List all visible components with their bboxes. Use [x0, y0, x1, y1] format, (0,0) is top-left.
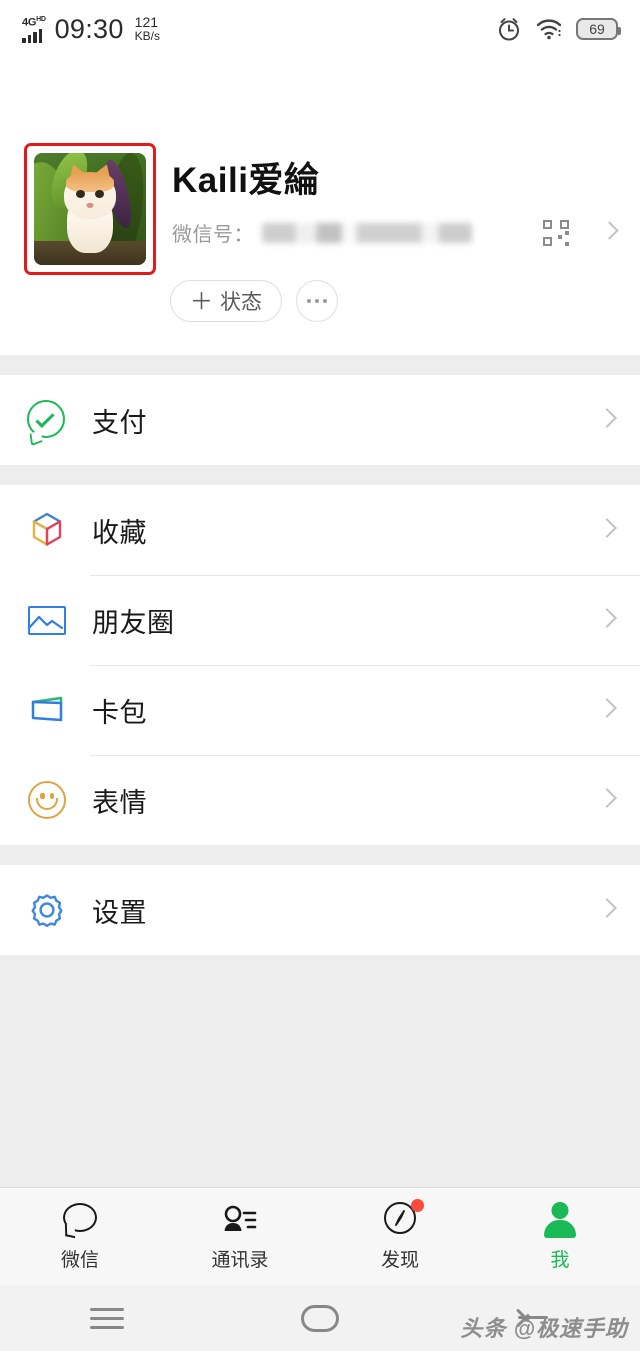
person-icon: [540, 1201, 580, 1239]
menu-item-cards[interactable]: 卡包: [0, 665, 640, 755]
status-button-label: 状态: [220, 291, 262, 314]
chevron-right-icon: [597, 607, 617, 630]
tab-label: 发现: [380, 1250, 419, 1271]
tab-wechat[interactable]: 微信: [0, 1188, 160, 1285]
battery-indicator: 69: [576, 18, 621, 40]
menu-item-label: 表情: [92, 787, 147, 818]
menu-item-label: 卡包: [92, 697, 147, 728]
data-rate: 121 KB/s: [135, 15, 160, 42]
more-options-button[interactable]: [296, 280, 338, 322]
nav-home-button[interactable]: [213, 1304, 426, 1332]
tab-label: 我: [550, 1250, 570, 1271]
favorites-cube-icon: [24, 507, 70, 553]
wechat-id-row[interactable]: 微信号：: [172, 218, 619, 247]
data-rate-unit: KB/s: [134, 29, 161, 44]
chat-bubble-icon: [60, 1201, 100, 1239]
compass-icon: [380, 1199, 424, 1239]
data-rate-value: 121: [134, 14, 159, 31]
chevron-right-icon: [600, 220, 619, 242]
alarm-clock-icon: [499, 18, 519, 41]
wifi-icon: [536, 19, 562, 40]
status-time: 09:30: [54, 13, 124, 44]
status-bar-left: 4GHD 09:30 121 KB/s: [22, 15, 160, 43]
profile-action-buttons: ＋ 状态: [170, 280, 338, 322]
menu-group-settings: 设置: [0, 865, 640, 955]
wechat-id-label: 微信号：: [172, 224, 254, 246]
menu-group-pay: 支付: [0, 375, 640, 465]
menu-item-settings[interactable]: 设置: [0, 865, 640, 955]
section-gap: [0, 465, 640, 485]
menu-item-label: 支付: [92, 407, 147, 438]
settings-gear-icon: [24, 887, 70, 933]
menu-item-pay[interactable]: 支付: [0, 375, 640, 465]
menu-lines-icon: [89, 1307, 124, 1329]
status-button[interactable]: ＋ 状态: [170, 280, 282, 322]
tab-label: 微信: [60, 1250, 99, 1271]
menu-item-stickers[interactable]: 表情: [0, 755, 640, 845]
home-pill-icon: [300, 1304, 339, 1332]
signal-bars-icon: [22, 28, 42, 43]
status-bar-right: 69: [496, 16, 621, 42]
wechat-pay-icon: [24, 397, 70, 447]
menu-item-moments[interactable]: 朋友圈: [0, 575, 640, 665]
status-bar: 4GHD 09:30 121 KB/s 69: [0, 0, 640, 58]
contacts-icon: [220, 1201, 260, 1239]
chevron-right-icon: [597, 697, 617, 720]
battery-percent: 69: [589, 21, 605, 37]
avatar[interactable]: [34, 153, 146, 265]
chevron-right-icon: [597, 517, 617, 540]
menu-item-label: 朋友圈: [92, 607, 175, 638]
tab-contacts[interactable]: 通讯录: [160, 1188, 320, 1285]
tab-me[interactable]: 我: [480, 1188, 640, 1285]
network-type-label: 4GHD: [22, 16, 46, 29]
watermark: 头条 @极速手助: [460, 1316, 628, 1341]
tab-discover[interactable]: 发现: [320, 1188, 480, 1285]
section-gap: [0, 355, 640, 375]
moments-photo-icon: [24, 597, 70, 643]
profile-header[interactable]: Kaili爱綸 微信号： ＋ 状态: [0, 58, 640, 355]
compass-needle-icon: [395, 1210, 405, 1226]
signal-indicator: 4GHD: [22, 15, 46, 43]
nav-recents-button[interactable]: [0, 1307, 213, 1329]
menu-item-label: 收藏: [92, 517, 147, 548]
menu-item-label: 设置: [92, 897, 147, 928]
menu-item-favorites[interactable]: 收藏: [0, 485, 640, 575]
avatar-highlight-box: [24, 143, 156, 275]
menu-group-content: 收藏 朋友圈 卡包 表情: [0, 485, 640, 845]
bottom-tab-bar: 微信 通讯录 发现 我: [0, 1187, 640, 1285]
plus-icon: ＋: [190, 287, 213, 314]
chevron-right-icon: [597, 407, 617, 430]
section-gap: [0, 845, 640, 865]
qr-code-icon[interactable]: [543, 219, 569, 246]
chevron-right-icon: [597, 897, 617, 920]
chevron-right-icon: [597, 787, 617, 810]
cards-wallet-icon: [24, 687, 70, 733]
discover-badge-dot: [411, 1199, 424, 1212]
tab-label: 通讯录: [211, 1250, 269, 1271]
wechat-id-value-blurred: [262, 222, 472, 243]
phone-screen: 4GHD 09:30 121 KB/s 69 Kaili爱綸 微信号： ＋ 状态…: [0, 0, 640, 1351]
profile-name: Kaili爱綸: [172, 161, 320, 200]
sticker-smiley-icon: [24, 777, 70, 823]
